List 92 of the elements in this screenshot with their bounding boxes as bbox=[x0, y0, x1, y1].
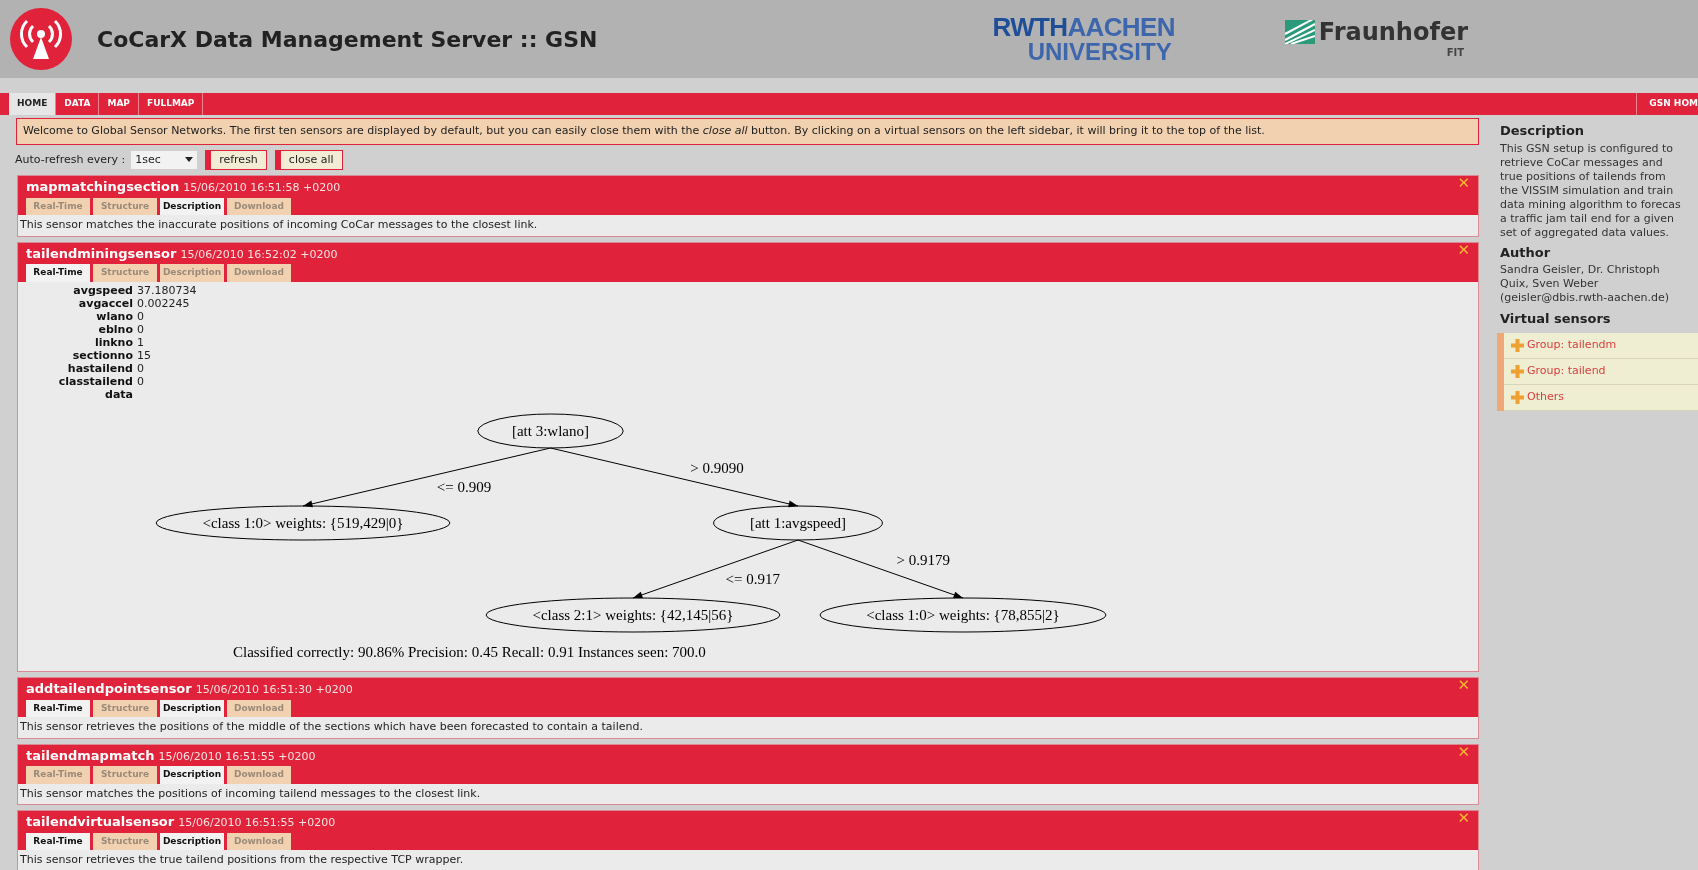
sensor-tab[interactable]: Real-Time bbox=[26, 264, 90, 282]
sensor-timestamp: 15/06/2010 16:51:58 +0200 bbox=[183, 180, 341, 196]
nav-tab[interactable]: MAP bbox=[99, 93, 139, 115]
action-button[interactable]: close all bbox=[274, 149, 343, 170]
field-value: 0 bbox=[137, 309, 145, 323]
classification-summary: Classified correctly: 90.86% Precision: 0.45 Recall: 0.91 Instances seen: 700.0 bbox=[233, 642, 707, 662]
auto-refresh-label: Auto-refresh every : bbox=[15, 151, 126, 168]
field-name: avgspeed bbox=[72, 283, 133, 297]
edge-label: > 0.9090 bbox=[690, 459, 744, 476]
field-name: linkno bbox=[93, 335, 133, 349]
field-value: 1 bbox=[137, 335, 145, 349]
field-value: 0 bbox=[137, 322, 145, 336]
sensor-timestamp: 15/06/2010 16:51:55 +0200 bbox=[158, 748, 316, 765]
sensor-timestamp: 15/06/2010 16:51:55 +0200 bbox=[178, 815, 336, 831]
close-button[interactable]: ✕ bbox=[1457, 744, 1470, 760]
sensor-tab[interactable]: Description bbox=[160, 766, 224, 784]
sensor-tab[interactable]: Structure bbox=[93, 197, 157, 215]
sensor-tab[interactable]: Download bbox=[227, 197, 291, 215]
sensor-tab[interactable]: Download bbox=[227, 766, 291, 784]
field-name: hastailend bbox=[66, 361, 133, 375]
node-label: <class 1:0> weights: {519,429|0} bbox=[202, 514, 404, 531]
field-value: 0.002245 bbox=[137, 296, 191, 310]
nav-tab[interactable]: DATA bbox=[56, 93, 100, 115]
sensor-description: This sensor retrieves the true tailend positions from the respective TCP wrapper. bbox=[19, 852, 465, 868]
sidebar-heading: Author bbox=[1500, 243, 1552, 262]
sensor-tab[interactable]: Download bbox=[227, 264, 291, 282]
author-info: Sandra Geisler, Dr. Christoph Quix, Sven Weber (geisler@dbis.rwth-aachen.de) bbox=[1500, 263, 1670, 305]
sensor-tab[interactable]: Download bbox=[227, 699, 291, 717]
edge-label: <= 0.917 bbox=[725, 570, 780, 587]
sensor-tab[interactable]: Real-Time bbox=[26, 766, 90, 784]
sensor-tab[interactable]: Structure bbox=[93, 264, 157, 282]
nav-tab[interactable]: HOME bbox=[9, 93, 57, 115]
sensor-tab[interactable]: Real-Time bbox=[26, 197, 90, 215]
close-button[interactable]: ✕ bbox=[1457, 678, 1470, 693]
sensor-name[interactable]: tailendminingsensor bbox=[26, 243, 177, 263]
sidebar-heading: Description bbox=[1500, 122, 1586, 140]
sensor-timestamp: 15/06/2010 16:52:02 +0200 bbox=[180, 246, 338, 263]
node-label: [att 1:avgspeed] bbox=[749, 514, 847, 531]
sensor-tab[interactable]: Description bbox=[160, 264, 224, 282]
antenna-logo-icon bbox=[9, 7, 73, 71]
edge-label: <= 0.909 bbox=[436, 478, 492, 495]
sensor-description: This sensor retrieves the positions of the middle of the sections which have been forecasted to contain a tailend. bbox=[19, 719, 644, 735]
nav-tab[interactable]: FULLMAP bbox=[139, 93, 204, 115]
sensor-group-item[interactable]: Group: tailend bbox=[1504, 358, 1698, 385]
sensor-name[interactable]: mapmatchingsection bbox=[26, 177, 180, 197]
sensor-timestamp: 15/06/2010 16:51:30 +0200 bbox=[195, 682, 353, 698]
field-name: data bbox=[104, 387, 133, 401]
sensor-group-item[interactable]: Others bbox=[1504, 384, 1698, 411]
sensor-tab[interactable]: Description bbox=[160, 832, 224, 850]
welcome-message: Welcome to Global Sensor Networks. The first ten sensors are displayed by default, but you can easily close them with the close all button. By clicking on a virtual sensors on the left sidebar, it will bring it to the top of the list. bbox=[16, 118, 1479, 145]
node-label: [att 3:wlano] bbox=[511, 422, 590, 439]
plus-icon bbox=[1511, 364, 1524, 378]
sensor-tab[interactable]: Description bbox=[160, 197, 224, 215]
field-name: avgaccel bbox=[77, 296, 133, 310]
sensor-description: This sensor matches the inaccurate positions of incoming CoCar messages to the closest link. bbox=[19, 217, 539, 233]
sensor-name[interactable]: tailendmapmatch bbox=[26, 745, 155, 765]
close-button[interactable]: ✕ bbox=[1457, 811, 1470, 826]
sensor-name[interactable]: addtailendpointsensor bbox=[26, 679, 192, 699]
field-name: sectionno bbox=[71, 348, 133, 362]
plus-icon bbox=[1511, 338, 1524, 352]
sensor-tab[interactable]: Real-Time bbox=[26, 699, 90, 717]
site-title: CoCarX Data Management Server :: GSN bbox=[97, 25, 599, 54]
sensor-tab[interactable]: Description bbox=[160, 699, 224, 717]
field-value: 37.180734 bbox=[137, 283, 198, 297]
sensor-group-item[interactable]: Group: tailendm bbox=[1504, 332, 1698, 359]
sidebar-heading: Virtual sensors bbox=[1500, 310, 1612, 328]
field-name: wlano bbox=[95, 309, 133, 323]
field-name: classtailend bbox=[57, 374, 133, 388]
sensor-description: This sensor matches the positions of incoming tailend messages to the closest link. bbox=[19, 785, 482, 802]
close-button[interactable]: ✕ bbox=[1457, 176, 1470, 191]
institute-logo: Fraunhofer FIT bbox=[1284, 20, 1468, 58]
nav-link[interactable]: GSN HOM bbox=[1636, 93, 1698, 115]
sensor-name[interactable]: tailendvirtualsensor bbox=[26, 812, 175, 832]
dropdown-caret-icon bbox=[185, 157, 194, 163]
node-label: <class 2:1> weights: {42,145|56} bbox=[532, 606, 734, 623]
sensor-tab[interactable]: Structure bbox=[93, 766, 157, 784]
edge-label: > 0.9179 bbox=[896, 551, 950, 568]
close-button[interactable]: ✕ bbox=[1457, 242, 1470, 258]
field-value: 15 bbox=[137, 348, 152, 362]
action-button[interactable]: refresh bbox=[205, 149, 267, 170]
university-logo: RWTHAACHEN UNIVERSITY bbox=[992, 14, 1175, 64]
sensor-tab[interactable]: Real-Time bbox=[26, 832, 90, 850]
sensor-tab[interactable]: Download bbox=[227, 832, 291, 850]
sensor-tab[interactable]: Structure bbox=[93, 699, 157, 717]
interval-select[interactable]: 1sec bbox=[131, 150, 198, 169]
node-label: <class 1:0> weights: {78,855|2} bbox=[866, 606, 1060, 623]
plus-icon bbox=[1511, 390, 1524, 404]
field-value: 0 bbox=[137, 361, 145, 375]
field-name: eblno bbox=[97, 322, 133, 336]
sensor-tab[interactable]: Structure bbox=[93, 832, 157, 850]
field-value: 0 bbox=[137, 374, 145, 388]
sidebar-description: This GSN setup is configured to retrieve CoCar messages and true positions of tailends from the VISSIM simulation and train data mining algorithm to forecas a traffic jam tail end for a given set of aggregated data values. bbox=[1500, 141, 1682, 240]
